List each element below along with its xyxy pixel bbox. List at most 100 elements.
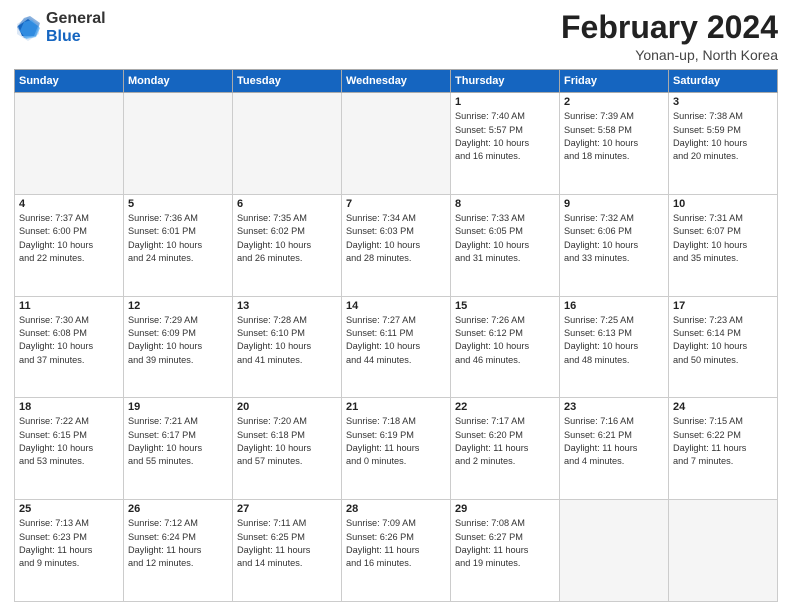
day-number: 24 [673, 401, 773, 413]
day-number: 21 [346, 401, 446, 413]
day-number: 23 [564, 401, 664, 413]
day-number: 8 [455, 198, 555, 210]
week-row-0: 1Sunrise: 7:40 AMSunset: 5:57 PMDaylight… [15, 93, 778, 195]
calendar-cell: 24 Sunrise: 7:15 AMSunset: 6:22 PMDayligh… [669, 398, 778, 500]
day-number: 20 [237, 401, 337, 413]
calendar-cell: 10 Sunrise: 7:31 AMSunset: 6:07 PMDayligh… [669, 194, 778, 296]
day-info: Sunrise: 7:16 AMSunset: 6:21 PMDaylight:… [564, 415, 664, 468]
day-number: 19 [128, 401, 228, 413]
day-number: 4 [19, 198, 119, 210]
day-info: Sunrise: 7:26 AMSunset: 6:12 PMDaylight:… [455, 314, 555, 367]
day-info: Sunrise: 7:31 AMSunset: 6:07 PMDaylight:… [673, 212, 773, 265]
day-info: Sunrise: 7:18 AMSunset: 6:19 PMDaylight:… [346, 415, 446, 468]
calendar-cell: 14 Sunrise: 7:27 AMSunset: 6:11 PMDayligh… [342, 296, 451, 398]
weekday-header-tuesday: Tuesday [233, 70, 342, 93]
week-row-3: 18Sunrise: 7:22 AMSunset: 6:15 PMDayligh… [15, 398, 778, 500]
day-number: 27 [237, 503, 337, 515]
day-number: 12 [128, 300, 228, 312]
calendar-cell: 25 Sunrise: 7:13 AMSunset: 6:23 PMDayligh… [15, 500, 124, 602]
day-info: Sunrise: 7:36 AMSunset: 6:01 PMDaylight:… [128, 212, 228, 265]
day-info: Sunrise: 7:12 AMSunset: 6:24 PMDaylight:… [128, 517, 228, 570]
calendar-cell: 26 Sunrise: 7:12 AMSunset: 6:24 PMDayligh… [124, 500, 233, 602]
calendar-cell [15, 93, 124, 195]
weekday-header-wednesday: Wednesday [342, 70, 451, 93]
day-info: Sunrise: 7:13 AMSunset: 6:23 PMDaylight:… [19, 517, 119, 570]
day-info: Sunrise: 7:25 AMSunset: 6:13 PMDaylight:… [564, 314, 664, 367]
calendar-cell: 21 Sunrise: 7:18 AMSunset: 6:19 PMDayligh… [342, 398, 451, 500]
day-info: Sunrise: 7:27 AMSunset: 6:11 PMDaylight:… [346, 314, 446, 367]
day-info: Sunrise: 7:34 AMSunset: 6:03 PMDaylight:… [346, 212, 446, 265]
day-info: Sunrise: 7:15 AMSunset: 6:22 PMDaylight:… [673, 415, 773, 468]
logo-text: General Blue [46, 10, 106, 45]
day-number: 11 [19, 300, 119, 312]
calendar-table: SundayMondayTuesdayWednesdayThursdayFrid… [14, 69, 778, 602]
weekday-header-thursday: Thursday [451, 70, 560, 93]
calendar-cell [124, 93, 233, 195]
weekday-header-sunday: Sunday [15, 70, 124, 93]
day-info: Sunrise: 7:37 AMSunset: 6:00 PMDaylight:… [19, 212, 119, 265]
calendar-subtitle: Yonan-up, North Korea [561, 47, 778, 63]
day-number: 16 [564, 300, 664, 312]
day-info: Sunrise: 7:17 AMSunset: 6:20 PMDaylight:… [455, 415, 555, 468]
calendar-cell: 27 Sunrise: 7:11 AMSunset: 6:25 PMDayligh… [233, 500, 342, 602]
week-row-2: 11 Sunrise: 7:30 AMSunset: 6:08 PMDayligh… [15, 296, 778, 398]
day-number: 26 [128, 503, 228, 515]
day-info: Sunrise: 7:33 AMSunset: 6:05 PMDaylight:… [455, 212, 555, 265]
calendar-cell: 22 Sunrise: 7:17 AMSunset: 6:20 PMDayligh… [451, 398, 560, 500]
day-number: 10 [673, 198, 773, 210]
calendar-cell: 17Sunrise: 7:23 AMSunset: 6:14 PMDayligh… [669, 296, 778, 398]
calendar-title: February 2024 [561, 10, 778, 45]
calendar-cell: 28Sunrise: 7:09 AMSunset: 6:26 PMDayligh… [342, 500, 451, 602]
day-info: Sunrise: 7:39 AMSunset: 5:58 PMDaylight:… [564, 110, 664, 163]
calendar-cell: 11 Sunrise: 7:30 AMSunset: 6:08 PMDayligh… [15, 296, 124, 398]
day-number: 28 [346, 503, 446, 515]
day-info: Sunrise: 7:38 AMSunset: 5:59 PMDaylight:… [673, 110, 773, 163]
calendar-cell: 15 Sunrise: 7:26 AMSunset: 6:12 PMDayligh… [451, 296, 560, 398]
weekday-header-monday: Monday [124, 70, 233, 93]
header: General Blue February 2024 Yonan-up, Nor… [14, 10, 778, 63]
calendar-cell: 19Sunrise: 7:21 AMSunset: 6:17 PMDayligh… [124, 398, 233, 500]
calendar-cell: 9Sunrise: 7:32 AMSunset: 6:06 PMDaylight… [560, 194, 669, 296]
day-number: 13 [237, 300, 337, 312]
weekday-header-row: SundayMondayTuesdayWednesdayThursdayFrid… [15, 70, 778, 93]
day-number: 29 [455, 503, 555, 515]
calendar-cell: 4 Sunrise: 7:37 AMSunset: 6:00 PMDaylight… [15, 194, 124, 296]
day-number: 14 [346, 300, 446, 312]
day-number: 6 [237, 198, 337, 210]
calendar-cell: 23 Sunrise: 7:16 AMSunset: 6:21 PMDayligh… [560, 398, 669, 500]
calendar-cell [342, 93, 451, 195]
calendar-cell: 16 Sunrise: 7:25 AMSunset: 6:13 PMDayligh… [560, 296, 669, 398]
calendar-cell [233, 93, 342, 195]
day-number: 17 [673, 300, 773, 312]
day-info: Sunrise: 7:35 AMSunset: 6:02 PMDaylight:… [237, 212, 337, 265]
day-info: Sunrise: 7:28 AMSunset: 6:10 PMDaylight:… [237, 314, 337, 367]
calendar-cell: 18Sunrise: 7:22 AMSunset: 6:15 PMDayligh… [15, 398, 124, 500]
day-number: 15 [455, 300, 555, 312]
weekday-header-friday: Friday [560, 70, 669, 93]
day-info: Sunrise: 7:30 AMSunset: 6:08 PMDaylight:… [19, 314, 119, 367]
day-info: Sunrise: 7:40 AMSunset: 5:57 PMDaylight:… [455, 110, 555, 163]
calendar-cell: 8 Sunrise: 7:33 AMSunset: 6:05 PMDaylight… [451, 194, 560, 296]
logo-icon [14, 14, 42, 42]
calendar-cell: 6 Sunrise: 7:35 AMSunset: 6:02 PMDaylight… [233, 194, 342, 296]
day-info: Sunrise: 7:11 AMSunset: 6:25 PMDaylight:… [237, 517, 337, 570]
calendar-cell: 13 Sunrise: 7:28 AMSunset: 6:10 PMDayligh… [233, 296, 342, 398]
calendar-cell: 7Sunrise: 7:34 AMSunset: 6:03 PMDaylight… [342, 194, 451, 296]
day-info: Sunrise: 7:32 AMSunset: 6:06 PMDaylight:… [564, 212, 664, 265]
week-row-1: 4 Sunrise: 7:37 AMSunset: 6:00 PMDaylight… [15, 194, 778, 296]
weekday-header-saturday: Saturday [669, 70, 778, 93]
day-number: 5 [128, 198, 228, 210]
calendar-cell: 5 Sunrise: 7:36 AMSunset: 6:01 PMDaylight… [124, 194, 233, 296]
calendar-cell: 20Sunrise: 7:20 AMSunset: 6:18 PMDayligh… [233, 398, 342, 500]
day-info: Sunrise: 7:22 AMSunset: 6:15 PMDaylight:… [19, 415, 119, 468]
calendar-cell [669, 500, 778, 602]
day-info: Sunrise: 7:08 AMSunset: 6:27 PMDaylight:… [455, 517, 555, 570]
calendar-cell [560, 500, 669, 602]
day-number: 2 [564, 96, 664, 108]
day-info: Sunrise: 7:29 AMSunset: 6:09 PMDaylight:… [128, 314, 228, 367]
logo: General Blue [14, 10, 106, 45]
logo-blue: Blue [46, 28, 106, 46]
title-block: February 2024 Yonan-up, North Korea [561, 10, 778, 63]
day-number: 25 [19, 503, 119, 515]
day-number: 22 [455, 401, 555, 413]
